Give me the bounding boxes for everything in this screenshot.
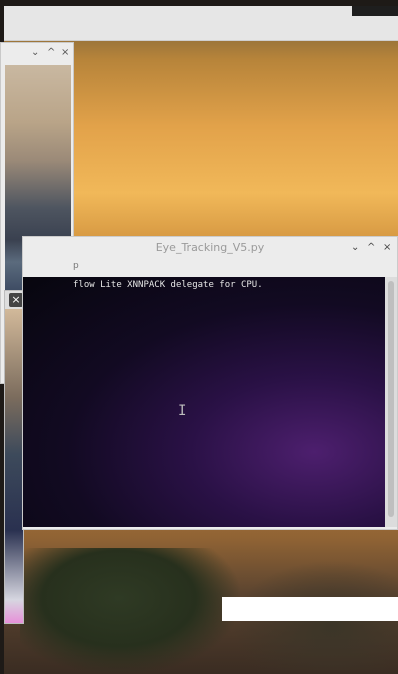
terminal-scrollbar[interactable] [385,277,397,527]
redaction-box [222,597,398,621]
wallpaper-tree [20,548,240,674]
terminal-menu-fragment[interactable]: p [73,261,79,271]
maximize-icon[interactable]: ^ [367,242,375,253]
camera-window-2[interactable]: × [4,290,24,624]
text-cursor-icon: I [178,403,187,419]
close-icon[interactable]: × [9,293,23,307]
terminal-title: Eye_Tracking_V5.py [155,241,265,254]
terminal-window[interactable]: Eye_Tracking_V5.py ⌄ ^ × p flow Lite XNN… [22,236,398,530]
terminal-titlebar[interactable]: Eye_Tracking_V5.py ⌄ ^ × [23,237,397,263]
close-icon[interactable]: × [61,47,69,59]
terminal-output-area[interactable]: flow Lite XNNPACK delegate for CPU. I [23,277,387,527]
minimize-icon[interactable]: ⌄ [351,242,359,253]
close-icon[interactable]: × [383,242,391,253]
scrollbar-thumb[interactable] [388,281,394,517]
top-panel [4,6,398,41]
maximize-icon[interactable]: ^ [47,47,55,59]
camera-window-1-titlebar[interactable]: ⌄ ^ × [1,43,73,65]
terminal-output-line: flow Lite XNNPACK delegate for CPU. [73,280,263,290]
panel-dark-strip [352,6,398,16]
minimize-icon[interactable]: ⌄ [31,47,39,59]
